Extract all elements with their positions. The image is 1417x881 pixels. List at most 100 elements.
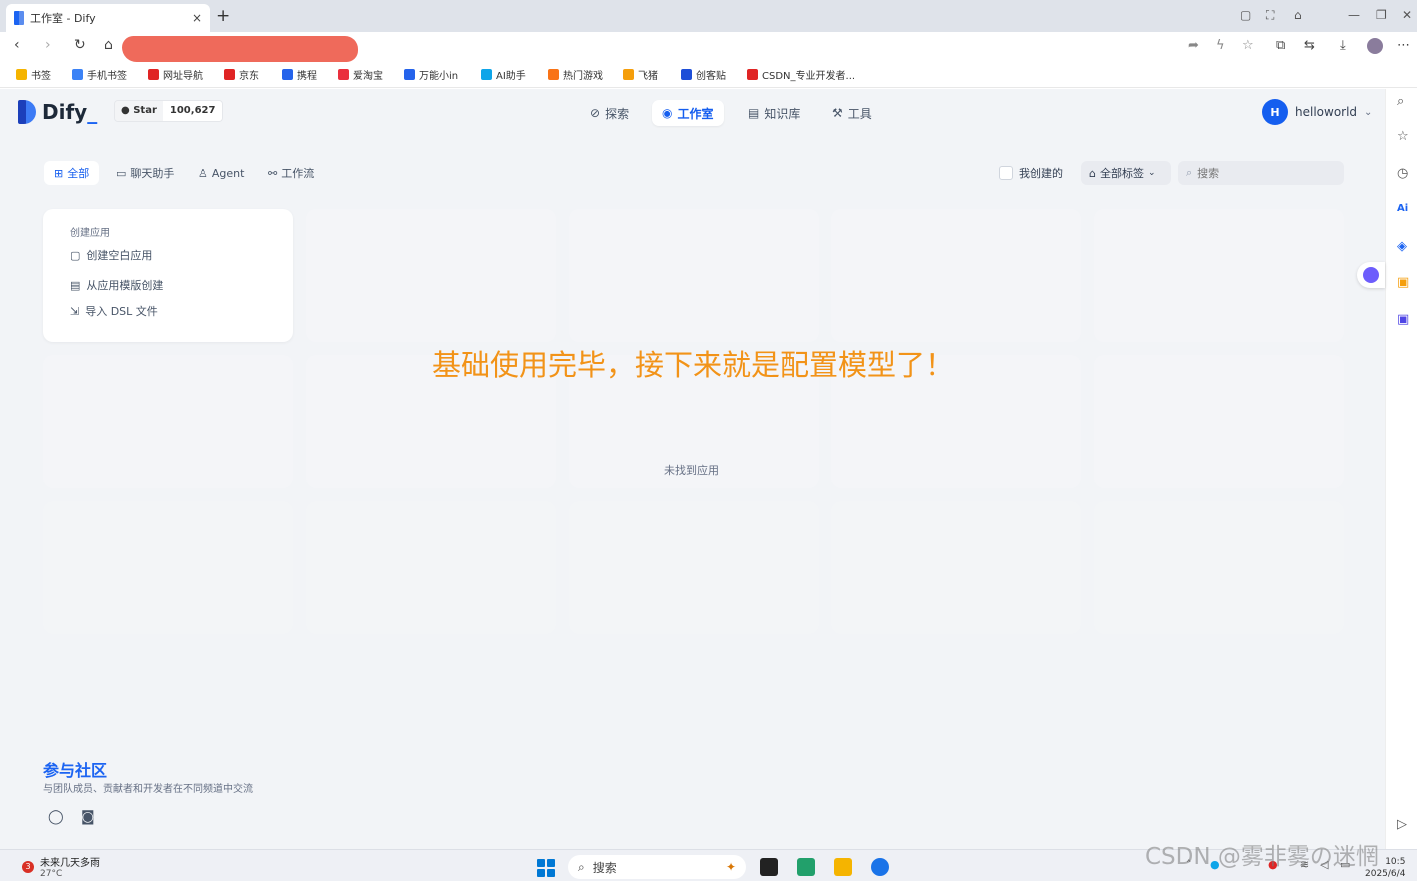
- create-blank-app-button[interactable]: ▢ 创建空白应用: [70, 247, 152, 263]
- empty-state-text: 未找到应用: [664, 464, 719, 477]
- translate-float-icon: [1363, 267, 1379, 283]
- created-by-me-checkbox[interactable]: [999, 166, 1013, 180]
- lightning-icon[interactable]: ϟ: [1216, 38, 1225, 53]
- store-icon[interactable]: [797, 858, 815, 876]
- favorite-star-icon[interactable]: ☆: [1242, 38, 1254, 53]
- placeholder-card: [43, 501, 293, 634]
- bookmark-icon: [282, 69, 293, 80]
- gift-icon[interactable]: ▣: [1397, 275, 1409, 290]
- github-star-count: 100,627: [162, 101, 223, 121]
- bookmark-label: 万能小in: [419, 71, 459, 82]
- home-icon[interactable]: ⌂: [104, 37, 113, 53]
- back-icon[interactable]: ‹: [14, 37, 20, 53]
- profile-avatar[interactable]: [1367, 38, 1383, 54]
- window-close-icon[interactable]: ✕: [1402, 8, 1412, 22]
- bookmark-item[interactable]: 书签: [16, 67, 51, 82]
- bookmark-item[interactable]: 飞猪: [623, 67, 658, 82]
- search-icon: ⌕: [1186, 166, 1193, 179]
- filter-chat[interactable]: ▭ 聊天助手: [106, 161, 184, 185]
- nav-explore[interactable]: ⊘ 探索: [580, 100, 639, 126]
- extensions-puzzle-icon[interactable]: ⧉: [1276, 38, 1285, 53]
- bookmark-item[interactable]: 万能小in: [404, 67, 458, 82]
- weather-temp: 27°C: [40, 869, 63, 879]
- bookmark-icon: [16, 69, 27, 80]
- nav-studio[interactable]: ◉ 工作室: [652, 100, 724, 126]
- bookmark-item[interactable]: AI助手: [481, 67, 526, 82]
- search-icon: ⌕: [578, 859, 585, 874]
- forward-icon[interactable]: ›: [45, 37, 51, 53]
- sync-icon[interactable]: ⇆: [1304, 38, 1315, 53]
- bookmark-item[interactable]: 网址导航: [148, 67, 203, 82]
- start-button[interactable]: [537, 859, 555, 877]
- restore-icon[interactable]: ❐: [1376, 8, 1387, 22]
- bookmark-label: 携程: [297, 71, 317, 82]
- history-icon[interactable]: ◷: [1397, 166, 1408, 181]
- bookmark-label: 飞猪: [638, 71, 658, 82]
- filter-all[interactable]: ⊞ 全部: [44, 161, 100, 185]
- bookmark-icon: [681, 69, 692, 80]
- nav-studio-label: 工作室: [677, 106, 714, 121]
- bookmark-item[interactable]: 爱淘宝: [338, 67, 383, 82]
- shirt-icon[interactable]: ⌂: [1294, 8, 1302, 22]
- share-icon[interactable]: ➦: [1188, 38, 1199, 53]
- new-tab-button[interactable]: +: [216, 6, 230, 26]
- translate-float-button[interactable]: [1357, 262, 1385, 288]
- bookmark-icon: [148, 69, 159, 80]
- bookmark-item[interactable]: 创客贴: [681, 67, 726, 82]
- robot-icon: ◉: [662, 106, 673, 120]
- created-by-me-label: 我创建的: [1019, 167, 1063, 180]
- nav-tools[interactable]: ⚒ 工具: [822, 100, 882, 126]
- favorites-icon[interactable]: ☆: [1397, 129, 1409, 144]
- search-box[interactable]: ⌕: [1178, 161, 1344, 185]
- bookmark-label: 手机书签: [87, 71, 127, 82]
- discord-icon[interactable]: ◙: [81, 809, 95, 825]
- download-icon[interactable]: ⤓: [1340, 38, 1346, 53]
- chevron-down-icon: ⌄: [1147, 168, 1156, 178]
- import-dsl-button[interactable]: ⇲ 导入 DSL 文件: [70, 303, 158, 319]
- browser-tab[interactable]: 工作室 - Dify ×: [6, 4, 210, 32]
- user-menu[interactable]: H helloworld ⌄: [1262, 99, 1372, 125]
- created-by-me-toggle[interactable]: 我创建的: [999, 165, 1063, 181]
- bookmark-icon: [747, 69, 758, 80]
- extensions-icon[interactable]: ⛶: [1266, 8, 1274, 23]
- url-field-redacted[interactable]: [122, 36, 358, 62]
- template-icon: ▤: [70, 278, 81, 292]
- search-icon[interactable]: ⌕: [1397, 94, 1404, 109]
- bookmark-item[interactable]: 携程: [282, 67, 317, 82]
- filter-agent[interactable]: ♙ Agent: [188, 161, 254, 185]
- ai-icon[interactable]: Ai: [1397, 203, 1408, 214]
- create-from-template-button[interactable]: ▤ 从应用模版创建: [70, 277, 163, 293]
- bookmark-item[interactable]: 手机书签: [72, 67, 127, 82]
- reading-mode-icon[interactable]: ▢: [1240, 8, 1251, 22]
- task-view-icon[interactable]: [760, 858, 778, 876]
- nav-knowledge[interactable]: ▤ 知识库: [738, 100, 810, 126]
- filter-all-label: 全部: [67, 167, 90, 180]
- browser-app-icon[interactable]: [871, 858, 889, 876]
- translate-icon[interactable]: ▣: [1397, 312, 1409, 327]
- filter-chat-label: 聊天助手: [130, 167, 175, 180]
- reload-icon[interactable]: ↻: [74, 37, 86, 53]
- dify-favicon-icon: [14, 11, 24, 25]
- collapse-panel-icon[interactable]: ▷: [1397, 817, 1407, 832]
- github-star-badge[interactable]: ● Star 100,627: [114, 100, 224, 122]
- bookmark-item[interactable]: 热门游戏: [548, 67, 603, 82]
- bookmark-item[interactable]: CSDN_专业开发者...: [747, 67, 855, 82]
- import-dsl-label: 导入 DSL 文件: [85, 305, 158, 318]
- tab-close-icon[interactable]: ×: [192, 11, 202, 25]
- user-name: helloworld: [1295, 105, 1358, 119]
- weather-widget[interactable]: 3 未来几天多雨 27°C: [22, 854, 100, 879]
- tag-filter-select[interactable]: ⌂ 全部标签 ⌄: [1081, 161, 1171, 185]
- bookmark-label: 爱淘宝: [353, 71, 383, 82]
- filter-workflow[interactable]: ⚯ 工作流: [258, 161, 324, 185]
- placeholder-card: [1094, 209, 1344, 342]
- search-input[interactable]: [1197, 166, 1328, 180]
- dify-logo[interactable]: Dify_: [18, 100, 97, 124]
- nav-explore-label: 探索: [605, 106, 630, 121]
- more-menu-icon[interactable]: ⋯: [1397, 38, 1410, 53]
- taskbar-search[interactable]: ⌕ 搜索 ✦: [568, 855, 746, 879]
- game-controller-icon[interactable]: ◈: [1397, 239, 1407, 254]
- github-icon[interactable]: ◯: [48, 809, 64, 825]
- file-explorer-icon[interactable]: [834, 858, 852, 876]
- minimize-icon[interactable]: —: [1348, 8, 1360, 22]
- bookmark-item[interactable]: 京东: [224, 67, 259, 82]
